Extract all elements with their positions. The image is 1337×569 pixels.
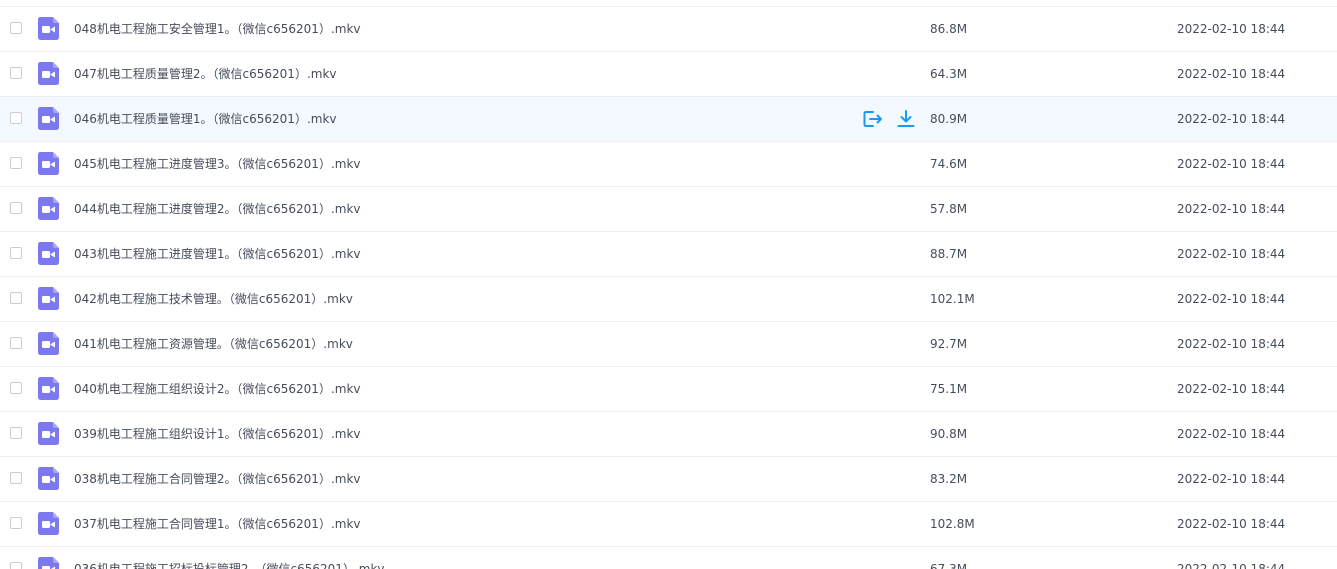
checkbox-icon[interactable] (10, 427, 22, 439)
file-name[interactable]: 037机电工程施工合同管理1。（微信c656201）.mkv (74, 502, 361, 546)
checkbox-icon[interactable] (10, 472, 22, 484)
file-name[interactable]: 045机电工程施工进度管理3。（微信c656201）.mkv (74, 142, 361, 186)
file-list: 048机电工程施工安全管理1。（微信c656201）.mkv 86.8M 202… (0, 0, 1337, 569)
file-size: 57.8M (930, 202, 968, 216)
file-date: 2022-02-10 18:44 (1177, 562, 1286, 569)
video-file-icon (38, 422, 59, 445)
file-name[interactable]: 048机电工程施工安全管理1。（微信c656201）.mkv (74, 7, 361, 51)
file-size: 102.1M (930, 292, 975, 306)
file-row[interactable]: 038机电工程施工合同管理2。（微信c656201）.mkv 83.2M 202… (0, 457, 1337, 502)
share-icon[interactable] (862, 109, 884, 129)
file-name[interactable]: 040机电工程施工组织设计2。（微信c656201）.mkv (74, 367, 361, 411)
video-file-icon (38, 557, 59, 569)
file-date: 2022-02-10 18:44 (1177, 517, 1286, 531)
checkbox-icon[interactable] (10, 517, 22, 529)
checkbox-icon[interactable] (10, 22, 22, 34)
video-file-icon (38, 332, 59, 355)
file-row[interactable]: 043机电工程施工进度管理1。（微信c656201）.mkv 88.7M 202… (0, 232, 1337, 277)
file-date: 2022-02-10 18:44 (1177, 472, 1286, 486)
checkbox-icon[interactable] (10, 382, 22, 394)
file-row[interactable]: 036机电工程施工招标投标管理2。（微信c656201）.mkv 67.3M 2… (0, 547, 1337, 569)
video-file-icon (38, 242, 59, 265)
file-size: 80.9M (930, 112, 968, 126)
file-date: 2022-02-10 18:44 (1177, 292, 1286, 306)
video-file-icon (38, 377, 59, 400)
file-size: 83.2M (930, 472, 968, 486)
file-size: 102.8M (930, 517, 975, 531)
file-size: 92.7M (930, 337, 968, 351)
video-file-icon (38, 287, 59, 310)
video-file-icon (38, 107, 59, 130)
file-row[interactable]: 047机电工程质量管理2。（微信c656201）.mkv 64.3M 2022-… (0, 52, 1337, 97)
file-size: 74.6M (930, 157, 968, 171)
file-name[interactable]: 039机电工程施工组织设计1。（微信c656201）.mkv (74, 412, 361, 456)
video-file-icon (38, 197, 59, 220)
video-file-icon (38, 512, 59, 535)
file-date: 2022-02-10 18:44 (1177, 22, 1286, 36)
video-file-icon (38, 17, 59, 40)
file-size: 86.8M (930, 22, 968, 36)
checkbox-icon[interactable] (10, 202, 22, 214)
checkbox-icon[interactable] (10, 112, 22, 124)
file-date: 2022-02-10 18:44 (1177, 382, 1286, 396)
checkbox-icon[interactable] (10, 337, 22, 349)
file-date: 2022-02-10 18:44 (1177, 112, 1286, 126)
checkbox-icon[interactable] (10, 562, 22, 569)
file-row[interactable]: 039机电工程施工组织设计1。（微信c656201）.mkv 90.8M 202… (0, 412, 1337, 457)
checkbox-icon[interactable] (10, 247, 22, 259)
download-icon[interactable] (895, 109, 917, 129)
file-size: 67.3M (930, 562, 968, 569)
file-row[interactable]: 044机电工程施工进度管理2。（微信c656201）.mkv 57.8M 202… (0, 187, 1337, 232)
file-row[interactable]: 041机电工程施工资源管理。（微信c656201）.mkv 92.7M 2022… (0, 322, 1337, 367)
file-name[interactable]: 038机电工程施工合同管理2。（微信c656201）.mkv (74, 457, 361, 501)
file-name[interactable]: 041机电工程施工资源管理。（微信c656201）.mkv (74, 322, 353, 366)
file-date: 2022-02-10 18:44 (1177, 157, 1286, 171)
checkbox-icon[interactable] (10, 157, 22, 169)
file-row[interactable]: 046机电工程质量管理1。（微信c656201）.mkv 80.9M 2022-… (0, 96, 1337, 142)
file-date: 2022-02-10 18:44 (1177, 247, 1286, 261)
file-name[interactable]: 036机电工程施工招标投标管理2。（微信c656201）.mkv (74, 547, 385, 569)
file-size: 64.3M (930, 67, 968, 81)
file-row[interactable]: 045机电工程施工进度管理3。（微信c656201）.mkv 74.6M 202… (0, 142, 1337, 187)
file-name[interactable]: 042机电工程施工技术管理。（微信c656201）.mkv (74, 277, 353, 321)
file-row[interactable]: 042机电工程施工技术管理。（微信c656201）.mkv 102.1M 202… (0, 277, 1337, 322)
file-date: 2022-02-10 18:44 (1177, 337, 1286, 351)
file-row[interactable]: 037机电工程施工合同管理1。（微信c656201）.mkv 102.8M 20… (0, 502, 1337, 547)
video-file-icon (38, 467, 59, 490)
video-file-icon (38, 152, 59, 175)
file-size: 88.7M (930, 247, 968, 261)
checkbox-icon[interactable] (10, 292, 22, 304)
file-name[interactable]: 044机电工程施工进度管理2。（微信c656201）.mkv (74, 187, 361, 231)
file-date: 2022-02-10 18:44 (1177, 427, 1286, 441)
file-name[interactable]: 046机电工程质量管理1。（微信c656201）.mkv (74, 97, 337, 141)
file-date: 2022-02-10 18:44 (1177, 202, 1286, 216)
file-date: 2022-02-10 18:44 (1177, 67, 1286, 81)
checkbox-icon[interactable] (10, 67, 22, 79)
file-name[interactable]: 047机电工程质量管理2。（微信c656201）.mkv (74, 52, 337, 96)
file-name[interactable]: 043机电工程施工进度管理1。（微信c656201）.mkv (74, 232, 361, 276)
file-row[interactable]: 048机电工程施工安全管理1。（微信c656201）.mkv 86.8M 202… (0, 7, 1337, 52)
file-row[interactable]: 040机电工程施工组织设计2。（微信c656201）.mkv 75.1M 202… (0, 367, 1337, 412)
file-size: 75.1M (930, 382, 968, 396)
video-file-icon (38, 62, 59, 85)
file-size: 90.8M (930, 427, 968, 441)
